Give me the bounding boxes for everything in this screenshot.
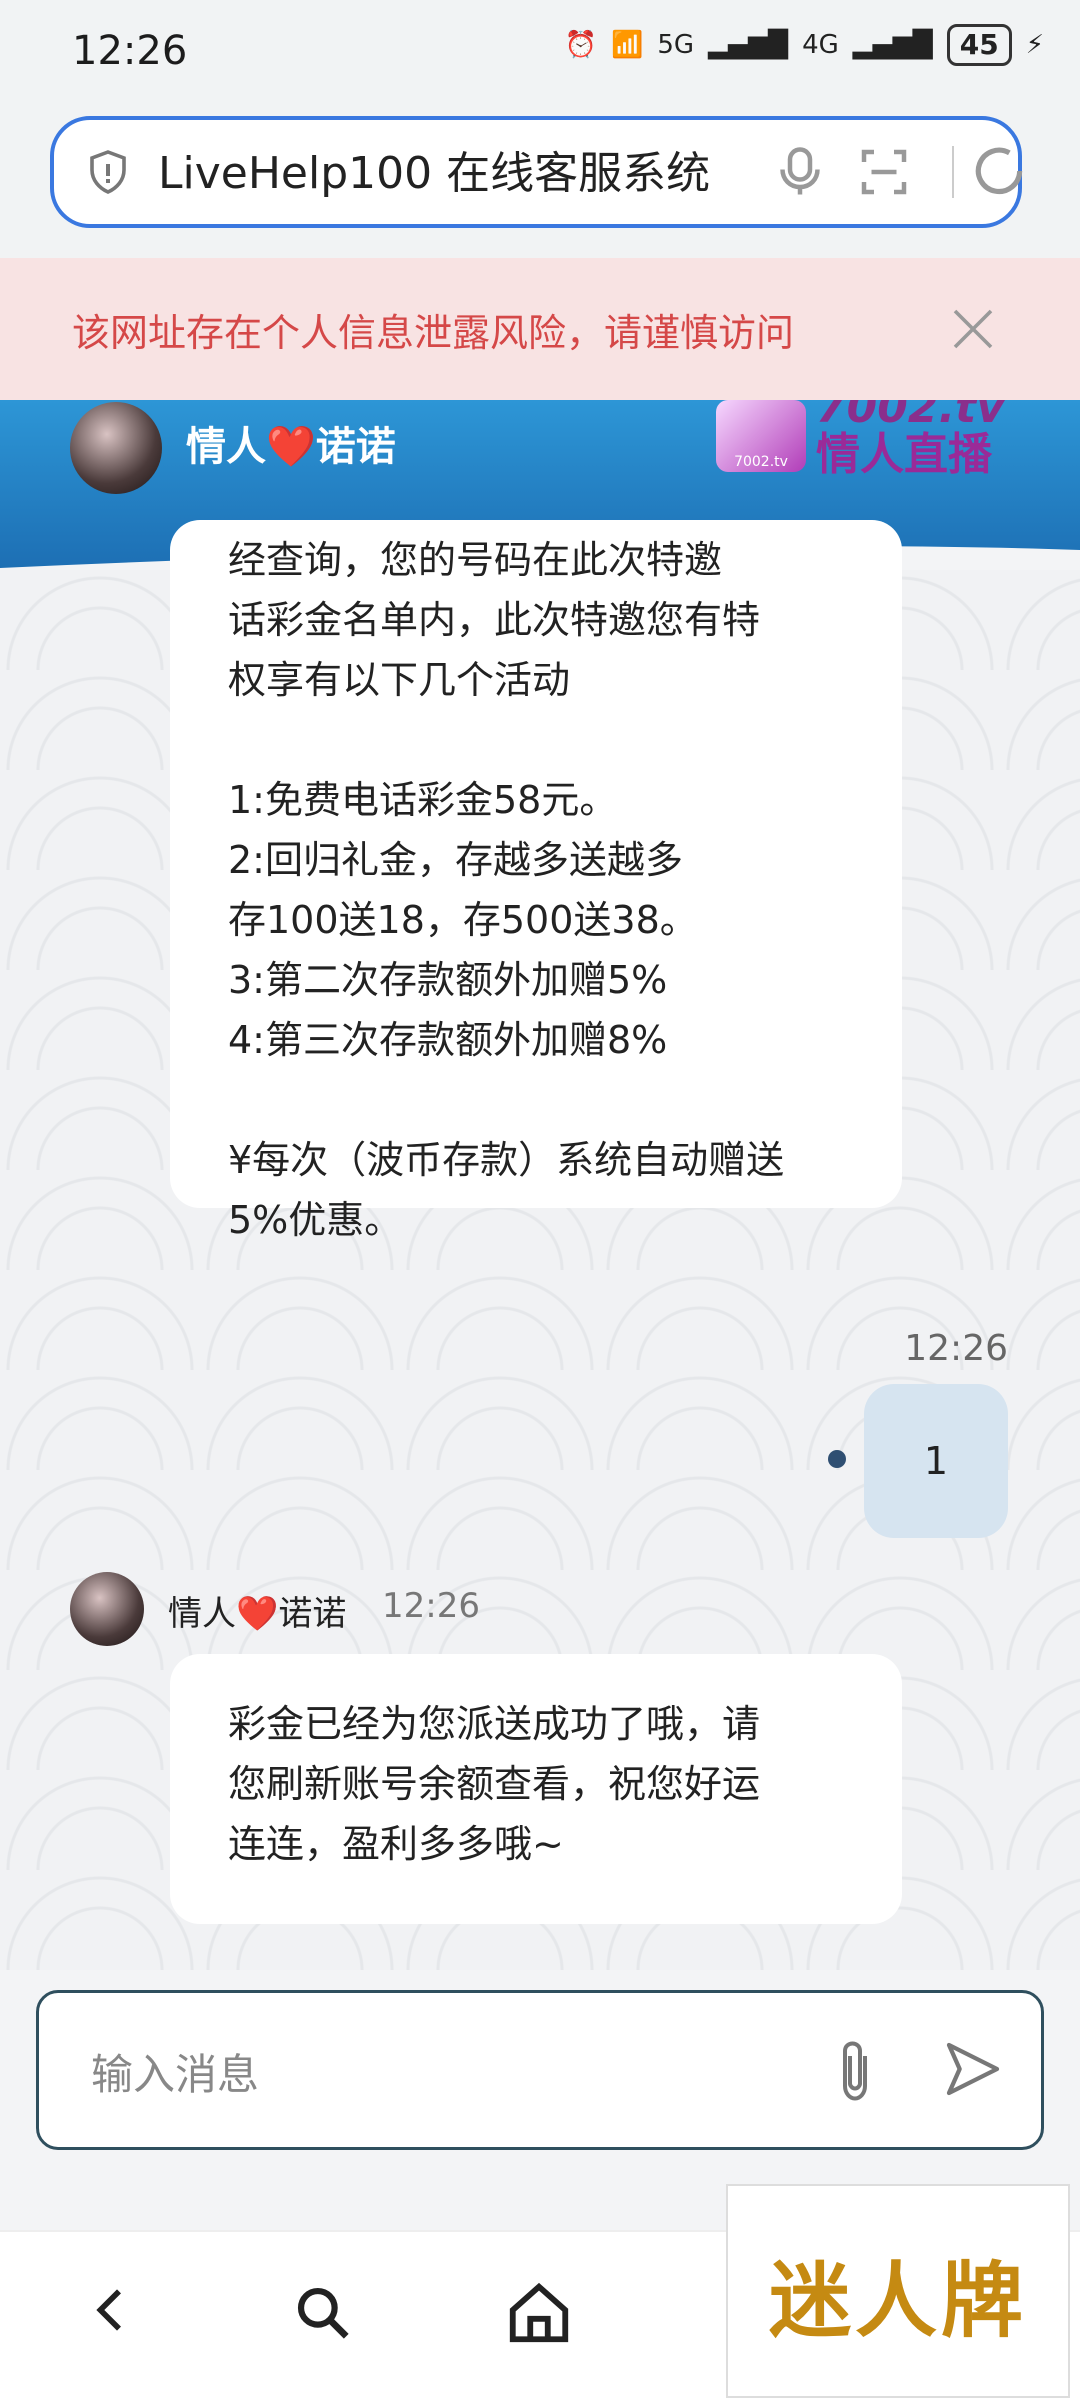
home-icon[interactable] (504, 2278, 574, 2348)
signal-icon: ▂▄▆█ (852, 30, 933, 60)
sent-status-dot (828, 1450, 846, 1468)
message-line: ¥每次（波币存款）系统自动赠送 (228, 1138, 785, 1182)
agent-avatar (70, 402, 162, 494)
divider (952, 146, 954, 198)
message-line: 5%优惠。 (228, 1198, 403, 1242)
close-icon[interactable] (946, 302, 1000, 356)
browser-toolbar: LiveHelp100 在线客服系统 (0, 100, 1080, 258)
agent-name: 情人❤️诺诺 (168, 1594, 347, 1634)
message-line: 4:第三次存款额外加赠8% (228, 1018, 668, 1062)
message-input-box[interactable]: 输入消息 (36, 1990, 1044, 2150)
alarm-icon: ⏰ (564, 30, 598, 60)
back-icon[interactable] (84, 2282, 140, 2338)
charging-icon: ⚡ (1025, 30, 1044, 60)
agent-avatar (70, 1572, 144, 1646)
message-line: 3:第二次存款额外加赠5% (228, 958, 668, 1002)
url-text[interactable]: LiveHelp100 在线客服系统 (158, 140, 778, 208)
sent-timestamp: 12:26 (904, 1328, 1008, 1369)
message-line: 2:回归礼金，存越多送越多 (228, 838, 683, 882)
brand-logo: 7002.tv 7002.tv 情人直播 (716, 400, 1006, 480)
microphone-icon[interactable] (770, 142, 830, 202)
scan-icon[interactable] (854, 142, 914, 202)
user-message-bubble: 1 (864, 1384, 1008, 1538)
signal-icon: ▂▄▆█ (708, 30, 789, 60)
message-line: 彩金已经为您派送成功了哦，请 (228, 1702, 761, 1746)
reply-timestamp: 12:26 (382, 1586, 480, 1626)
agent-name: 情人❤️诺诺 (186, 424, 396, 470)
watermark-logo: 迷人牌 (726, 2184, 1070, 2398)
message-input[interactable]: 输入消息 (91, 2041, 259, 2102)
message-line (228, 710, 844, 770)
send-icon[interactable] (941, 2037, 1005, 2101)
message-line: 权享有以下几个活动 (228, 658, 571, 702)
brand-name: 情人直播 (816, 429, 992, 480)
message-line: 存100送18，存500送38。 (228, 898, 698, 942)
chat-area: 经查询，您的号码在此次特邀 话彩金名单内，此次特邀您有特 权享有以下几个活动 1… (0, 520, 1080, 1970)
battery-level: 45 (946, 24, 1012, 66)
message-line: 您刷新账号余额查看，祝您好运 (228, 1762, 761, 1806)
message-line: 经查询，您的号码在此次特邀 (228, 538, 723, 582)
network-5g-label: 5G (657, 30, 695, 60)
status-time: 12:26 (72, 28, 188, 74)
search-icon[interactable] (292, 2282, 354, 2344)
message-line: 连连，盈利多多哦~ (228, 1822, 564, 1866)
agent-message-bubble: 彩金已经为您派送成功了哦，请 您刷新账号余额查看，祝您好运 连连，盈利多多哦~ (170, 1654, 902, 1924)
attachment-icon[interactable] (825, 2035, 885, 2107)
message-line: 1:免费电话彩金58元。 (228, 778, 618, 822)
warning-text: 该网址存在个人信息泄露风险，请谨慎访问 (72, 311, 795, 355)
message-line (228, 1070, 844, 1130)
reload-icon[interactable] (968, 140, 1030, 202)
wifi-icon: 📶 (611, 30, 644, 60)
message-line: 话彩金名单内，此次特邀您有特 (228, 598, 761, 642)
agent-message-bubble: 经查询，您的号码在此次特邀 话彩金名单内，此次特邀您有特 权享有以下几个活动 1… (170, 520, 902, 1242)
status-icons: ⏰ 📶 5G ▂▄▆█ 4G ▂▄▆█ 45 ⚡ (565, 24, 1044, 66)
status-bar: 12:26 ⏰ 📶 5G ▂▄▆█ 4G ▂▄▆█ 45 ⚡ (0, 0, 1080, 100)
security-warning-banner: 该网址存在个人信息泄露风险，请谨慎访问 (0, 258, 1080, 400)
url-bar[interactable]: LiveHelp100 在线客服系统 (50, 116, 1023, 228)
shield-icon[interactable] (84, 148, 132, 196)
watermark-text: 迷人牌 (768, 2254, 1027, 2349)
brand-logo-caption: 7002.tv (734, 454, 788, 470)
network-4g-label: 4G (802, 30, 839, 60)
brand-logo-icon: 7002.tv (716, 400, 806, 472)
